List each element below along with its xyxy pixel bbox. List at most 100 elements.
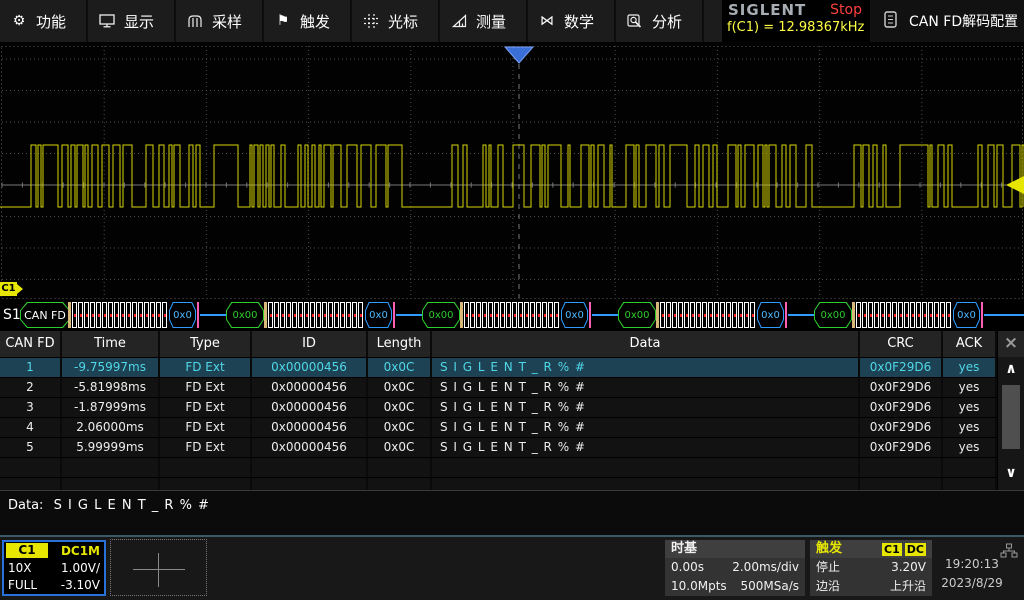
decode-data-byte[interactable]	[328, 302, 333, 328]
decode-data-byte[interactable]	[726, 302, 731, 328]
table-row[interactable]: 55.99999msFD Ext0x000004560x0CS I G L E …	[0, 437, 997, 457]
decode-data-byte[interactable]	[346, 302, 351, 328]
decode-data-byte[interactable]	[916, 302, 921, 328]
menu-item-math[interactable]: ⋈数学	[528, 0, 616, 42]
decode-data-byte[interactable]	[928, 302, 933, 328]
decode-data-byte[interactable]	[156, 302, 161, 328]
scroll-up-icon[interactable]: ∧	[998, 361, 1024, 377]
menu-item-gear[interactable]: ⚙功能	[0, 0, 88, 42]
decode-data-byte[interactable]	[352, 302, 357, 328]
waveform-display[interactable]: C1	[0, 42, 1024, 300]
decode-data-byte[interactable]	[898, 302, 903, 328]
decode-data-byte[interactable]	[482, 302, 487, 328]
decode-data-byte[interactable]	[868, 302, 873, 328]
menu-item-trigger-flag[interactable]: ⚑触发	[264, 0, 352, 42]
decode-data-byte[interactable]	[940, 302, 945, 328]
decode-data-byte[interactable]	[696, 302, 701, 328]
decode-data-byte[interactable]	[678, 302, 683, 328]
decode-data-byte[interactable]	[286, 302, 291, 328]
decode-data-byte[interactable]	[946, 302, 951, 328]
decode-data-byte[interactable]	[464, 302, 469, 328]
decode-data-byte[interactable]	[934, 302, 939, 328]
decode-data-byte[interactable]	[892, 302, 897, 328]
decode-data-byte[interactable]	[334, 302, 339, 328]
decode-crc-tag[interactable]: 0x0	[169, 302, 196, 328]
decode-data-byte[interactable]	[684, 302, 689, 328]
decode-data-byte[interactable]	[78, 302, 83, 328]
decode-id-tag[interactable]: 0x00	[226, 302, 264, 328]
decode-data-byte[interactable]	[904, 302, 909, 328]
decode-data-byte[interactable]	[494, 302, 499, 328]
menu-item-cursor[interactable]: 光标	[352, 0, 440, 42]
decode-data-byte[interactable]	[886, 302, 891, 328]
decode-data-byte[interactable]	[856, 302, 861, 328]
decode-data-byte[interactable]	[512, 302, 517, 328]
decode-data-byte[interactable]	[126, 302, 131, 328]
decode-data-byte[interactable]	[280, 302, 285, 328]
decode-data-byte[interactable]	[714, 302, 719, 328]
decode-data-byte[interactable]	[518, 302, 523, 328]
decode-data-byte[interactable]	[292, 302, 297, 328]
decode-data-byte[interactable]	[666, 302, 671, 328]
decode-data-byte[interactable]	[880, 302, 885, 328]
table-row[interactable]: 3-1.87999msFD Ext0x000004560x0CS I G L E…	[0, 397, 997, 417]
decode-data-byte[interactable]	[530, 302, 535, 328]
table-row[interactable]: 1-9.75997msFD Ext0x000004560x0CS I G L E…	[0, 357, 997, 377]
trigger-descriptor[interactable]: 触发 C1 DC 停止 3.20V 边沿 上升沿	[810, 540, 932, 596]
decode-data-byte[interactable]	[304, 302, 309, 328]
decode-data-byte[interactable]	[162, 302, 167, 328]
decode-data-byte[interactable]	[542, 302, 547, 328]
scroll-down-icon[interactable]: ∨	[998, 465, 1024, 481]
decode-data-byte[interactable]	[524, 302, 529, 328]
timebase-descriptor[interactable]: 时基 0.00s 2.00ms/div 10.0Mpts 500MSa/s	[665, 540, 805, 596]
run-state-indicator[interactable]: Stop	[830, 2, 862, 18]
decode-data-byte[interactable]	[470, 302, 475, 328]
decode-id-tag[interactable]: 0x00	[422, 302, 460, 328]
decode-data-byte[interactable]	[114, 302, 119, 328]
decode-data-byte[interactable]	[108, 302, 113, 328]
channel1-ground-marker[interactable]: C1	[0, 282, 17, 296]
decode-data-byte[interactable]	[690, 302, 695, 328]
decode-data-byte[interactable]	[732, 302, 737, 328]
decode-data-byte[interactable]	[548, 302, 553, 328]
decode-data-byte[interactable]	[720, 302, 725, 328]
decode-data-byte[interactable]	[102, 302, 107, 328]
network-icon[interactable]	[1000, 543, 1018, 562]
decode-data-byte[interactable]	[660, 302, 665, 328]
decode-data-byte[interactable]	[476, 302, 481, 328]
decode-crc-tag[interactable]: 0x0	[953, 302, 980, 328]
decode-data-byte[interactable]	[488, 302, 493, 328]
decode-crc-tag[interactable]: 0x0	[365, 302, 392, 328]
decode-data-byte[interactable]	[922, 302, 927, 328]
decode-config-button[interactable]: CAN FD解码配置	[868, 0, 1024, 42]
trigger-position-marker[interactable]	[505, 47, 533, 63]
decode-data-byte[interactable]	[536, 302, 541, 328]
decode-data-byte[interactable]	[672, 302, 677, 328]
decode-data-byte[interactable]	[554, 302, 559, 328]
decode-data-byte[interactable]	[120, 302, 125, 328]
decode-data-byte[interactable]	[322, 302, 327, 328]
decode-data-byte[interactable]	[910, 302, 915, 328]
decode-id-tag[interactable]: 0x00	[618, 302, 656, 328]
close-icon[interactable]: ×	[998, 331, 1024, 357]
scrollbar-thumb[interactable]	[1002, 385, 1020, 449]
decode-data-byte[interactable]	[702, 302, 707, 328]
decode-data-byte[interactable]	[274, 302, 279, 328]
trigger-level-marker[interactable]	[1006, 176, 1024, 194]
decode-data-byte[interactable]	[138, 302, 143, 328]
decode-data-byte[interactable]	[738, 302, 743, 328]
decode-data-byte[interactable]	[84, 302, 89, 328]
decode-data-byte[interactable]	[150, 302, 155, 328]
menu-item-analysis[interactable]: 分析	[616, 0, 704, 42]
decode-data-byte[interactable]	[744, 302, 749, 328]
decode-crc-tag[interactable]: 0x0	[757, 302, 784, 328]
add-channel-area[interactable]	[110, 539, 207, 596]
decode-data-byte[interactable]	[750, 302, 755, 328]
decode-data-byte[interactable]	[358, 302, 363, 328]
decode-data-byte[interactable]	[506, 302, 511, 328]
table-row[interactable]: 42.06000msFD Ext0x000004560x0CS I G L E …	[0, 417, 997, 437]
channel1-descriptor[interactable]: C1 DC1M 10X 1.00V/ FULL -3.10V	[2, 540, 106, 596]
decode-data-byte[interactable]	[862, 302, 867, 328]
menu-item-display[interactable]: 显示	[88, 0, 176, 42]
menu-item-sampling[interactable]: 采样	[176, 0, 264, 42]
